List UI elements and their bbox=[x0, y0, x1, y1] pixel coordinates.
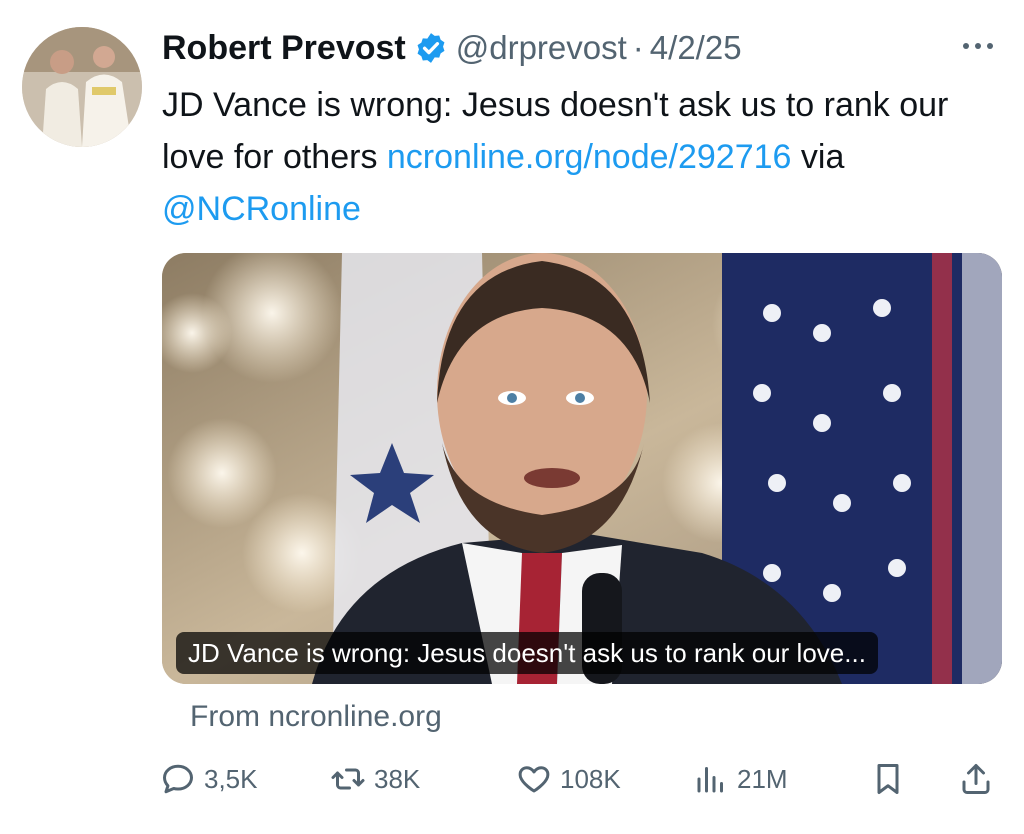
repost-count: 38K bbox=[374, 763, 421, 794]
tweet-text: JD Vance is wrong: Jesus doesn't ask us … bbox=[162, 79, 982, 235]
tweet: Robert Prevost @drprevost · 4/2/25 JD Va… bbox=[0, 0, 1024, 834]
link-source[interactable]: From ncronline.org bbox=[190, 700, 442, 734]
more-icon[interactable] bbox=[958, 36, 998, 56]
link-card-media[interactable]: JD Vance is wrong: Jesus doesn't ask us … bbox=[162, 253, 1002, 684]
article-photo bbox=[162, 253, 1002, 684]
avatar-image bbox=[22, 27, 142, 147]
tweet-header: Robert Prevost @drprevost · 4/2/25 bbox=[162, 24, 742, 72]
reply-icon bbox=[163, 764, 193, 794]
tweet-mention[interactable]: @NCRonline bbox=[162, 190, 361, 228]
action-bar: 3,5K 38K 108K 21M bbox=[160, 754, 1000, 804]
repost-button[interactable]: 38K bbox=[330, 754, 420, 804]
bookmark-icon bbox=[877, 764, 899, 794]
reply-count: 3,5K bbox=[204, 763, 258, 794]
share-button[interactable] bbox=[958, 754, 994, 804]
header-separator: · bbox=[632, 29, 644, 66]
views-count: 21M bbox=[737, 763, 788, 794]
views-icon bbox=[697, 767, 723, 793]
reply-button[interactable]: 3,5K bbox=[160, 754, 258, 804]
views-button[interactable]: 21M bbox=[693, 754, 788, 804]
author-name[interactable]: Robert Prevost bbox=[162, 29, 406, 68]
verified-badge-icon bbox=[417, 33, 445, 63]
like-count: 108K bbox=[560, 763, 621, 794]
tweet-via-text: via bbox=[791, 138, 845, 176]
repost-icon bbox=[331, 768, 365, 790]
share-icon bbox=[962, 764, 990, 794]
tweet-date[interactable]: 4/2/25 bbox=[650, 29, 742, 67]
link-card-caption: JD Vance is wrong: Jesus doesn't ask us … bbox=[176, 632, 878, 674]
tweet-link[interactable]: ncronline.org/node/292716 bbox=[387, 138, 792, 176]
like-button[interactable]: 108K bbox=[516, 754, 621, 804]
avatar[interactable] bbox=[22, 27, 142, 147]
bookmark-button[interactable] bbox=[870, 754, 906, 804]
author-handle[interactable]: @drprevost bbox=[456, 29, 627, 67]
like-icon bbox=[518, 766, 550, 793]
